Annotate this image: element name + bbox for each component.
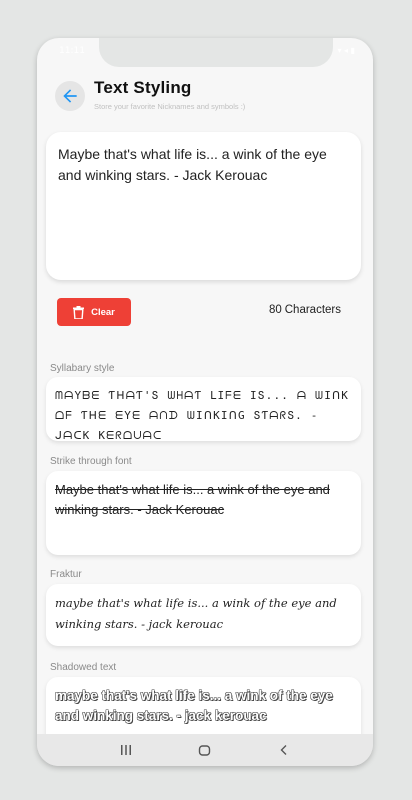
style-text-strike: Maybe that's what life is... a wink of t… — [55, 482, 330, 517]
text-input-area[interactable]: Maybe that's what life is... a wink of t… — [46, 132, 361, 280]
arrow-left-icon — [63, 89, 77, 103]
nav-back-button[interactable] — [274, 740, 294, 760]
status-icons: ▾ ◂ ▮ — [337, 46, 355, 55]
camera-notch — [99, 38, 333, 67]
style-label-strike: Strike through font — [50, 456, 132, 467]
clear-button-label: Clear — [91, 306, 115, 318]
character-count: 80 Characters — [269, 304, 344, 316]
trash-icon — [73, 305, 85, 319]
style-label-fraktur: Fraktur — [50, 569, 82, 580]
style-label-syllabary: Syllabary style — [50, 363, 115, 374]
clear-button[interactable]: Clear — [57, 298, 131, 326]
home-icon — [199, 744, 211, 756]
app-screen: 11:11 ▾ ◂ ▮ Text Styling Store your favo… — [37, 38, 373, 766]
recents-icon — [121, 745, 132, 755]
style-text-syllabary: ᗰᗩYᗷᗴ ƬᕼᗩƬ'Տ ᗯᕼᗩƬ ᒪIᖴᗴ IՏ... ᗩ ᗯIᑎK ᗝᖴ Ƭ… — [55, 389, 350, 441]
style-card-strike[interactable]: Maybe that's what life is... a wink of t… — [46, 471, 361, 555]
character-count-label: Characters — [284, 304, 341, 316]
page-subtitle: Store your favorite Nicknames and symbol… — [94, 102, 246, 111]
home-button[interactable] — [195, 740, 215, 760]
text-input-value[interactable]: Maybe that's what life is... a wink of t… — [58, 144, 349, 186]
style-text-fraktur: maybe that's what life is... a wink of t… — [55, 596, 337, 631]
style-label-shadowed: Shadowed text — [50, 662, 117, 673]
back-nav-icon — [280, 745, 287, 755]
recents-button[interactable] — [116, 740, 136, 760]
system-nav-bar — [37, 734, 373, 766]
status-time: 11:11 — [59, 46, 85, 56]
style-card-syllabary[interactable]: ᗰᗩYᗷᗴ ƬᕼᗩƬ'Տ ᗯᕼᗩƬ ᒪIᖴᗴ IՏ... ᗩ ᗯIᑎK ᗝᖴ Ƭ… — [46, 377, 361, 441]
character-count-value: 80 — [268, 304, 282, 316]
back-button[interactable] — [55, 81, 85, 111]
page-title: Text Styling — [94, 78, 192, 97]
style-card-fraktur[interactable]: maybe that's what life is... a wink of t… — [46, 584, 361, 646]
style-text-shadowed: maybe that's what life is... a wink of t… — [55, 688, 333, 723]
